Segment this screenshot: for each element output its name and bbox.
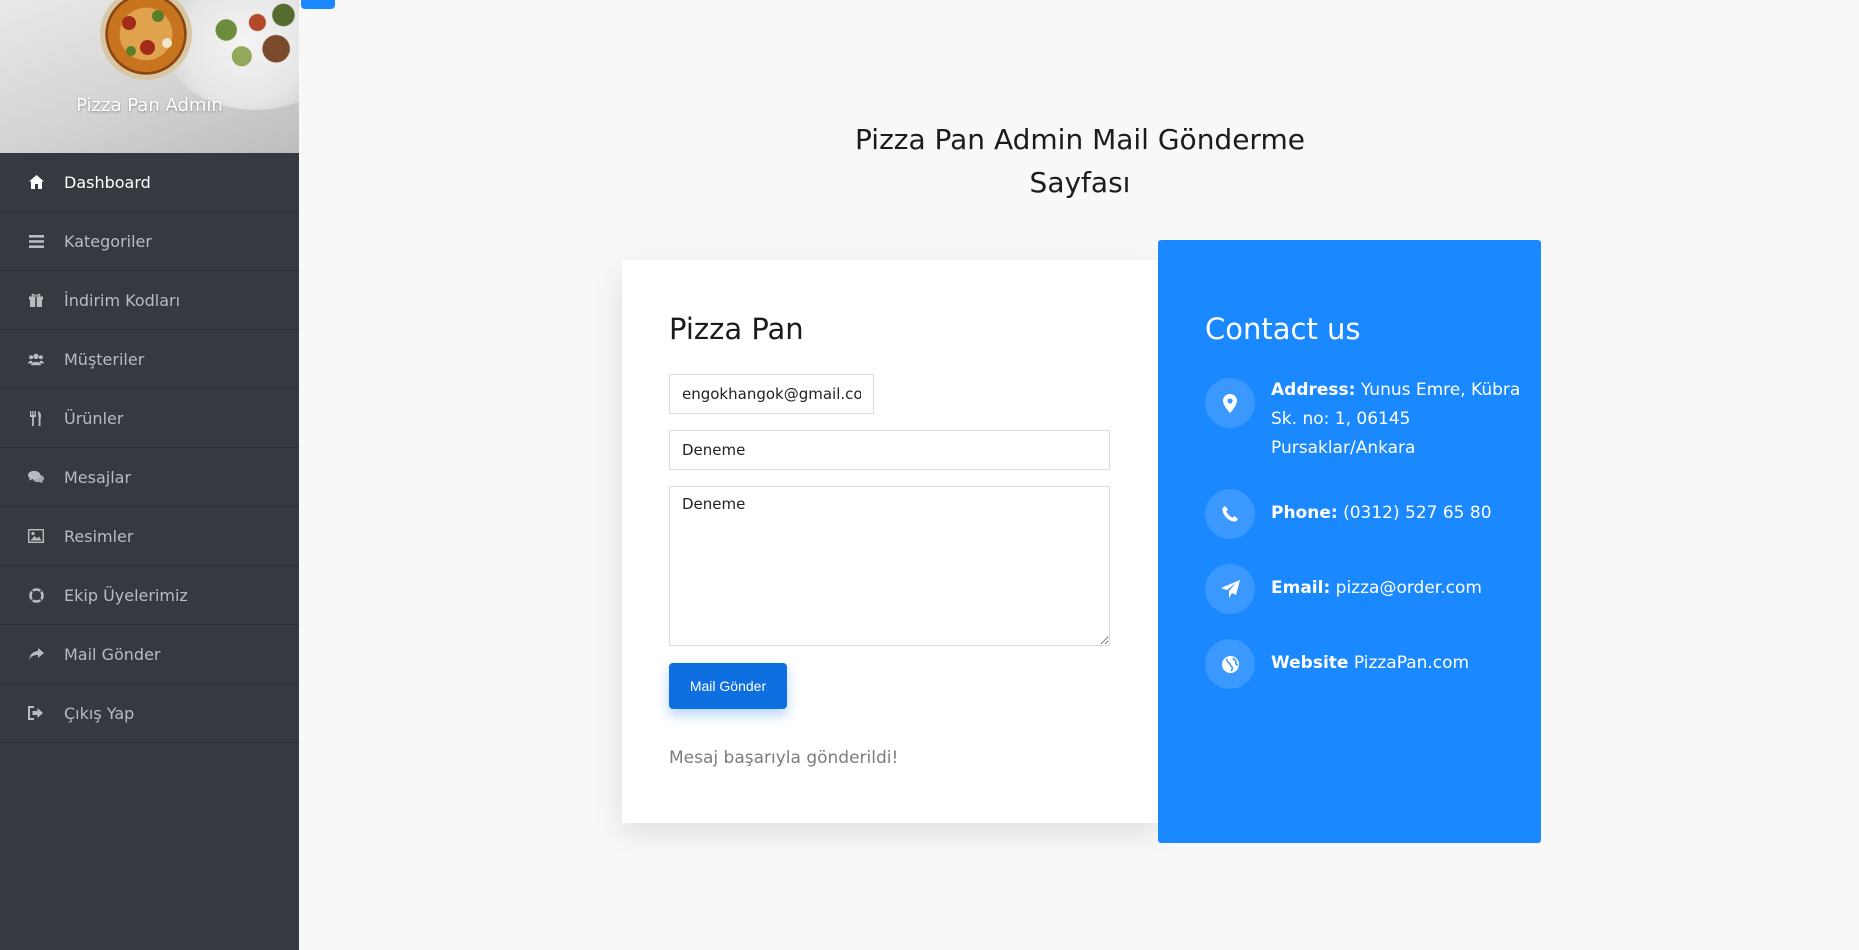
- sign-out-icon: [28, 705, 44, 721]
- sidebar-toggle-button[interactable]: [301, 0, 335, 9]
- sidebar-item-label: Müşteriler: [64, 349, 145, 369]
- life-ring-icon: [28, 587, 44, 603]
- image-icon: [28, 528, 44, 544]
- cutlery-icon: [28, 410, 44, 426]
- sidebar-item-dashboard[interactable]: Dashboard: [0, 153, 299, 212]
- sidebar-item-label: Dashboard: [64, 172, 151, 192]
- success-message: Mesaj başarıyla gönderildi!: [669, 748, 899, 768]
- sidebar-header: Pizza Pan Admin: [0, 0, 299, 153]
- mail-form-card: Pizza Pan Deneme Mail Gönder Mesaj başar…: [622, 260, 1160, 823]
- contact-email-text: Email: pizza@order.com: [1271, 574, 1521, 603]
- page-title: Pizza Pan Admin Mail Gönderme Sayfası: [820, 118, 1340, 204]
- sidebar-item-label: Mesajlar: [64, 467, 132, 487]
- sidebar-item-cikis-yap[interactable]: Çıkış Yap: [0, 684, 299, 743]
- header-food-decoration: [195, 0, 299, 75]
- users-icon: [28, 351, 44, 367]
- brand-title: Pizza Pan Admin: [76, 95, 223, 116]
- sidebar-item-label: Resimler: [64, 526, 134, 546]
- sidebar-item-musteriler[interactable]: Müşteriler: [0, 330, 299, 389]
- message-field[interactable]: Deneme: [669, 486, 1110, 646]
- sidebar-item-label: İndirim Kodları: [64, 290, 181, 310]
- form-title: Pizza Pan: [669, 312, 804, 346]
- page-title-line2: Sayfası: [1029, 166, 1131, 199]
- phone-icon: [1205, 489, 1255, 539]
- sidebar-item-label: Çıkış Yap: [64, 703, 135, 723]
- map-marker-icon: [1205, 378, 1255, 428]
- subject-field[interactable]: [669, 430, 1110, 470]
- website-label: Website: [1271, 653, 1349, 673]
- email-value[interactable]: pizza@order.com: [1336, 578, 1482, 598]
- sidebar-menu: Dashboard Kategoriler İndirim Kodları Mü…: [0, 153, 299, 743]
- home-icon: [28, 174, 44, 190]
- sidebar-item-ekip-uyelerimiz[interactable]: Ekip Üyelerimiz: [0, 566, 299, 625]
- phone-label: Phone:: [1271, 503, 1338, 523]
- sidebar-item-label: Mail Gönder: [64, 644, 161, 664]
- contact-title: Contact us: [1205, 312, 1361, 346]
- sidebar-item-label: Kategoriler: [64, 231, 152, 251]
- sidebar: Pizza Pan Admin Dashboard Kategoriler İn…: [0, 0, 299, 950]
- sidebar-item-kategoriler[interactable]: Kategoriler: [0, 212, 299, 271]
- page-title-line1: Pizza Pan Admin Mail Gönderme: [855, 123, 1305, 156]
- sidebar-item-label: Ekip Üyelerimiz: [64, 585, 188, 605]
- email-field[interactable]: [669, 374, 874, 414]
- paper-plane-icon: [1205, 564, 1255, 614]
- contact-website-text: Website PizzaPan.com: [1271, 649, 1521, 678]
- gift-icon: [28, 292, 44, 308]
- list-icon: [28, 233, 44, 249]
- website-value[interactable]: PizzaPan.com: [1354, 653, 1469, 673]
- share-icon: [28, 646, 44, 662]
- sidebar-item-mail-gonder[interactable]: Mail Gönder: [0, 625, 299, 684]
- sidebar-item-mesajlar[interactable]: Mesajlar: [0, 448, 299, 507]
- address-label: Address:: [1271, 380, 1356, 400]
- globe-icon: [1205, 639, 1255, 689]
- contact-card: Contact us Address: Yunus Emre, Kübra Sk…: [1158, 240, 1541, 843]
- email-label: Email:: [1271, 578, 1331, 598]
- contact-phone-text: Phone: (0312) 527 65 80: [1271, 499, 1521, 528]
- send-mail-button[interactable]: Mail Gönder: [669, 663, 787, 709]
- sidebar-item-indirim-kodlari[interactable]: İndirim Kodları: [0, 271, 299, 330]
- sidebar-item-urunler[interactable]: Ürünler: [0, 389, 299, 448]
- phone-value: (0312) 527 65 80: [1343, 503, 1492, 523]
- contact-address-text: Address: Yunus Emre, Kübra Sk. no: 1, 06…: [1271, 376, 1521, 463]
- sidebar-item-resimler[interactable]: Resimler: [0, 507, 299, 566]
- sidebar-item-label: Ürünler: [64, 408, 124, 428]
- comments-icon: [28, 469, 44, 485]
